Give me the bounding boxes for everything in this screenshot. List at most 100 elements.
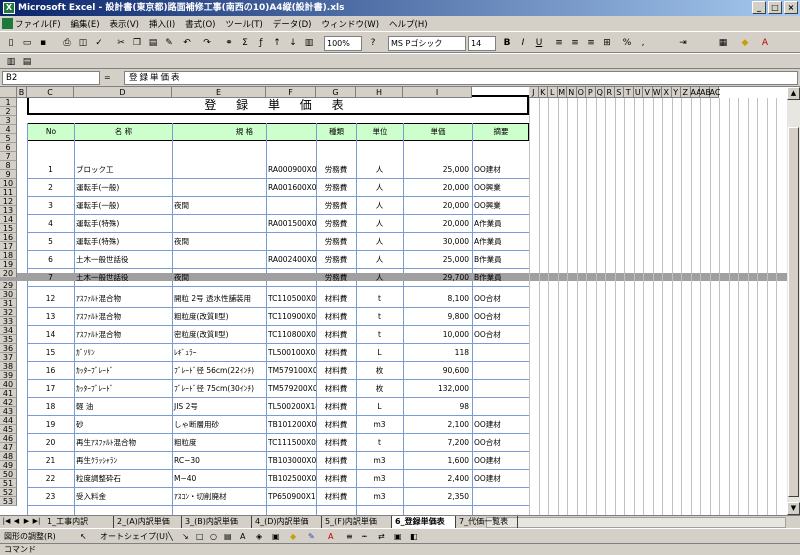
cell-note[interactable]: OO建材 [472,452,528,470]
cell-spec[interactable]: ﾌﾞﾚｰﾄﾞ径 75cm(30ｲﾝﾁ) [172,380,264,398]
cell-name[interactable]: 砂 [74,416,172,434]
cell-price[interactable]: 1,600 [403,452,471,470]
draw-menu[interactable]: 図形の調整(R) [4,530,56,544]
row-header[interactable]: 50 [0,470,17,479]
column-header-T[interactable]: T [624,87,634,98]
row-header[interactable]: 11 [0,188,17,197]
print-preview-icon[interactable]: ◫ [76,36,90,50]
cell-name[interactable]: 運転手(一般) [74,197,172,215]
row-header[interactable]: 1 [0,98,17,107]
cell-code[interactable] [266,269,316,287]
row-header[interactable]: 17 [0,242,17,251]
menu-help[interactable]: ヘルプ(H) [388,18,429,30]
spell-check-icon[interactable]: ✓ [92,36,106,50]
menu-view[interactable]: 表示(V) [109,18,140,30]
cell-note[interactable]: OO合材 [472,326,528,344]
column-header-AA[interactable]: AA [690,87,702,98]
merge-center-icon[interactable]: ⊞ [600,36,614,50]
cell-price[interactable]: 30,000 [403,233,471,251]
shadow-icon[interactable]: ▣ [394,530,402,544]
row-header[interactable]: 47 [0,443,17,452]
menu-tools[interactable]: ツール(T) [224,18,263,30]
column-header-U[interactable]: U [633,87,643,98]
cell-code[interactable]: RA000900X00 [266,161,316,179]
cell-note[interactable]: OO興業 [472,179,528,197]
column-header-H[interactable]: H [356,87,403,98]
cell-price[interactable]: 90,600 [403,362,471,380]
row-header[interactable]: 30 [0,290,17,299]
autoshape-menu[interactable]: オートシェイプ(U) [100,530,168,544]
arrow-style-icon[interactable]: ⇄ [378,530,385,544]
cell-unit[interactable]: m3 [356,452,403,470]
row-header[interactable]: 12 [0,197,17,206]
cell-kind[interactable]: 労務費 [316,215,356,233]
maximize-button[interactable]: □ [768,1,782,14]
cell-no[interactable]: 7 [27,269,74,287]
cell-note[interactable] [472,380,528,398]
column-header-C[interactable]: C [27,87,74,98]
menu-format[interactable]: 書式(O) [184,18,216,30]
cell-kind[interactable]: 材料費 [316,470,356,488]
cell-kind[interactable]: 材料費 [316,434,356,452]
cell-kind[interactable]: 材料費 [316,290,356,308]
row-header[interactable]: 10 [0,179,17,188]
scroll-down-arrow[interactable]: ▼ [787,502,800,515]
cell-kind[interactable]: 材料費 [316,398,356,416]
row-header[interactable]: 14 [0,215,17,224]
cell-spec[interactable]: ﾌﾞﾚｰﾄﾞ径 56cm(22ｲﾝﾁ) [172,362,264,380]
prev-sheet-icon[interactable]: ◀ [12,517,21,525]
cell-unit[interactable]: 枚 [356,362,403,380]
cell-no[interactable]: 15 [27,344,74,362]
cell-note[interactable] [472,362,528,380]
cell-code[interactable]: TC111500X08 [266,434,316,452]
cell-unit[interactable]: t [356,308,403,326]
underline-button[interactable]: U [532,36,546,50]
column-header-N[interactable]: N [567,87,577,98]
row-header[interactable]: 6 [0,143,17,152]
column-header-Y[interactable]: Y [671,87,681,98]
sheet-tab-1[interactable]: 1_工事内訳 [44,516,114,528]
cell-kind[interactable]: 材料費 [316,326,356,344]
column-header-S[interactable]: S [614,87,624,98]
align-left-icon[interactable]: ≡ [552,36,566,50]
cell-unit[interactable]: m3 [356,488,403,506]
cell-note[interactable]: OO合材 [472,434,528,452]
row-header[interactable]: 16 [0,233,17,242]
cell-unit[interactable]: L [356,398,403,416]
row-header[interactable]: 19 [0,260,17,269]
column-header-O[interactable]: O [576,87,586,98]
sheet-tab-6[interactable]: 6_登録単価表 [392,516,456,528]
cell-price[interactable]: 25,000 [403,161,471,179]
select-all-corner[interactable] [0,87,17,98]
cell-unit[interactable]: 人 [356,215,403,233]
cell-kind[interactable]: 材料費 [316,488,356,506]
row-header[interactable]: 3 [0,116,17,125]
row-header[interactable]: 33 [0,317,17,326]
row-header[interactable]: 8 [0,161,17,170]
percent-button[interactable]: % [620,36,634,50]
row-header[interactable]: 44 [0,416,17,425]
cell-code[interactable]: TM579200X00 [266,380,316,398]
fill-color-icon[interactable]: ◆ [738,36,752,50]
save-icon[interactable]: ▪ [36,36,50,50]
cell-unit[interactable]: 人 [356,269,403,287]
format-painter-icon[interactable]: ✎ [162,36,176,50]
dash-style-icon[interactable]: ┅ [362,530,367,544]
help-icon[interactable]: ? [366,36,380,50]
cell-code[interactable]: TB102500X08 [266,470,316,488]
function-icon[interactable]: ƒ [254,36,268,50]
print-icon[interactable]: ⎙ [60,36,74,50]
cell-code[interactable]: TP650900X10 [266,488,316,506]
cell-note[interactable]: OO興業 [472,197,528,215]
cell-name[interactable]: 軽 油 [74,398,172,416]
undo-icon[interactable]: ↶ [180,36,194,50]
cell-price[interactable]: 20,000 [403,215,471,233]
hyperlink-icon[interactable]: ⚭ [222,36,236,50]
redo-icon[interactable]: ↷ [200,36,214,50]
cut-icon[interactable]: ✂ [114,36,128,50]
cell-no[interactable]: 20 [27,434,74,452]
row-header[interactable]: 36 [0,344,17,353]
wordart-icon[interactable]: A [240,530,245,544]
row-header[interactable]: 42 [0,398,17,407]
table-icon[interactable]: ▤ [20,55,34,69]
